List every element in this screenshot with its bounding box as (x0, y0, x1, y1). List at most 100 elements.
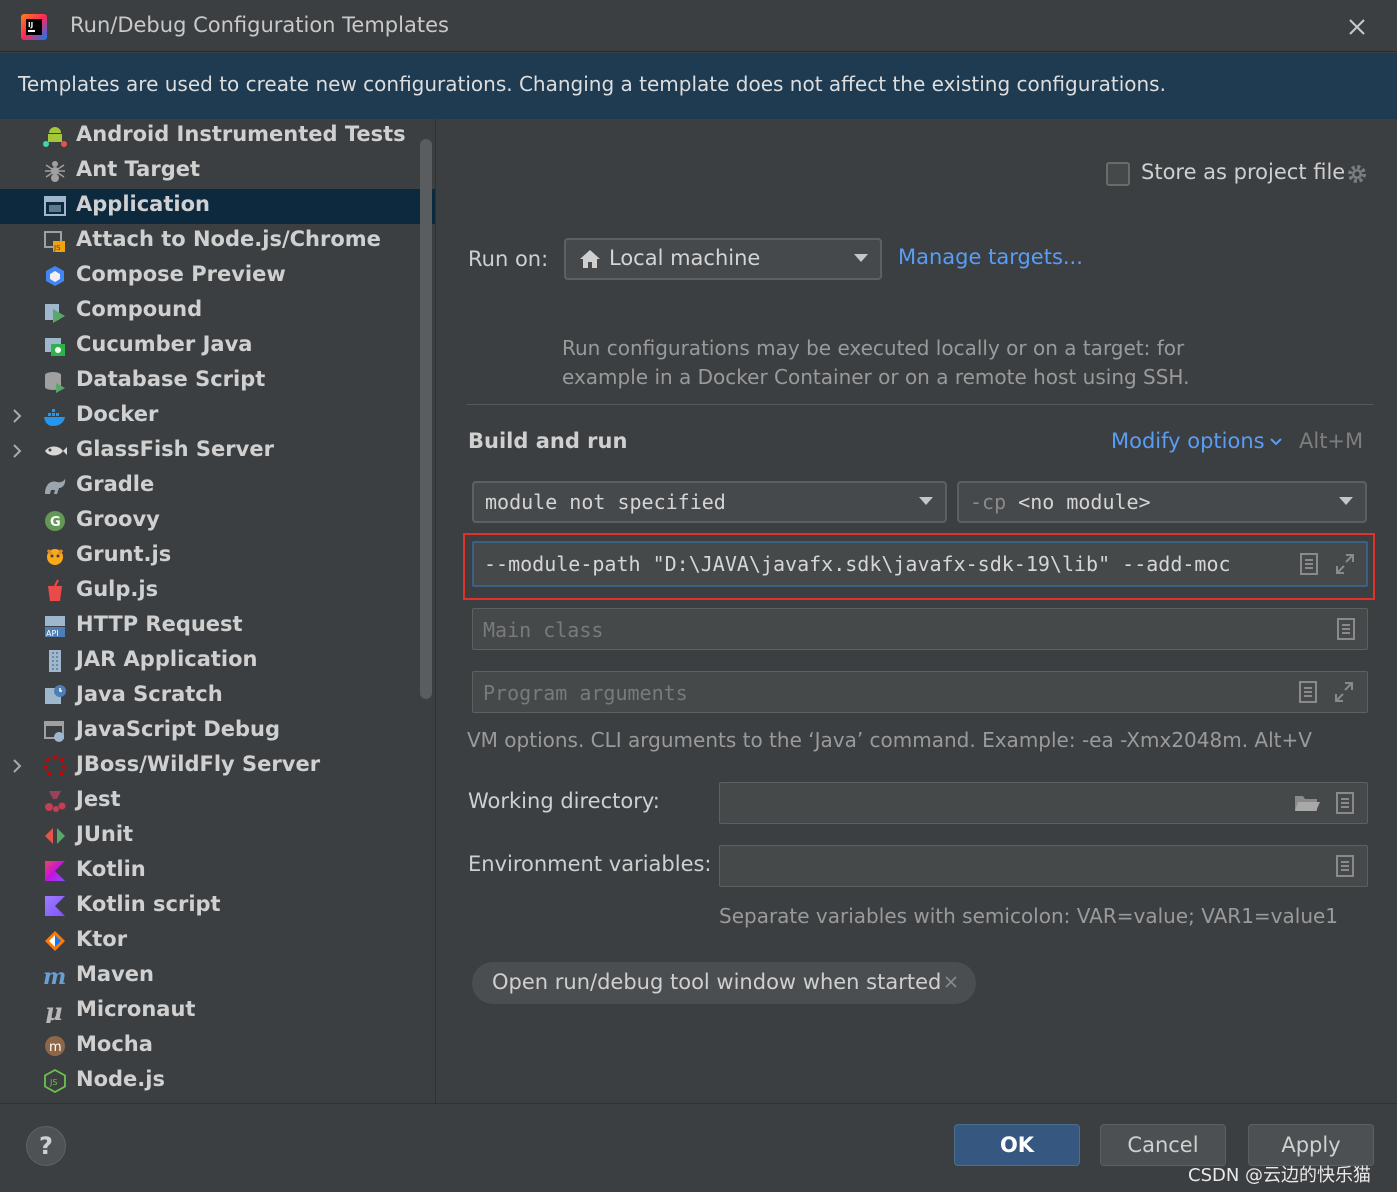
sidebar-item-label: JAR Application (76, 647, 258, 671)
environment-variables-input[interactable] (719, 845, 1368, 887)
nodejs-icon: JS (44, 1069, 66, 1093)
cancel-button[interactable]: Cancel (1100, 1124, 1226, 1166)
sidebar-item-label: Ktor (76, 927, 128, 951)
chevron-right-icon[interactable] (11, 442, 27, 460)
sidebar-item-kotlin-script[interactable]: Kotlin script (0, 889, 435, 924)
sidebar-item-micronaut[interactable]: μ Micronaut (0, 994, 435, 1029)
java-scratch-icon (45, 685, 66, 704)
dialog-footer: ? OK Cancel Apply CSDN @云边的快乐猫 (0, 1103, 1397, 1192)
sidebar-item-cucumber-java[interactable]: Cucumber Java (0, 329, 435, 364)
sidebar-item-attach-to-node-js-chrome[interactable]: JS Attach to Node.js/Chrome (0, 224, 435, 259)
sidebar-item-gradle[interactable]: Gradle (0, 469, 435, 504)
junit-icon (45, 828, 65, 844)
sidebar-item-label: Groovy (76, 507, 160, 531)
sidebar-item-label: GlassFish Server (76, 437, 274, 461)
section-separator (467, 404, 1373, 405)
intellij-logo-icon: IJ (21, 14, 47, 40)
chevron-right-icon[interactable] (11, 757, 27, 775)
sidebar-item-java-scratch[interactable]: Java Scratch (0, 679, 435, 714)
sidebar-item-android-instrumented-tests[interactable]: Android Instrumented Tests (0, 119, 435, 154)
document-icon[interactable] (1297, 680, 1319, 704)
store-project-file-label[interactable]: Store as project file (1141, 160, 1345, 184)
compound-icon (45, 304, 65, 323)
store-project-file-checkbox[interactable] (1106, 162, 1130, 186)
svg-text:IJ: IJ (28, 21, 33, 29)
manage-targets-link[interactable]: Manage targets... (898, 245, 1083, 269)
sidebar-item-javascript-debug[interactable]: JavaScript Debug (0, 714, 435, 749)
sidebar-item-kotlin[interactable]: Kotlin (0, 854, 435, 889)
template-tree[interactable]: Android Instrumented Tests Ant Target Appl… (0, 119, 436, 1103)
document-icon[interactable] (1298, 552, 1320, 576)
jar-icon (49, 650, 61, 672)
android-icon (43, 127, 67, 147)
expand-icon[interactable] (1334, 552, 1356, 576)
open-tool-window-chip[interactable]: Open run/debug tool window when started (472, 962, 976, 1004)
vm-options-input[interactable]: --module-path "D:\JAVA\javafx.sdk\javafx… (472, 541, 1368, 587)
sidebar-item-groovy[interactable]: G Groovy (0, 504, 435, 539)
folder-icon[interactable] (1293, 791, 1321, 815)
chevron-down-icon (854, 254, 868, 262)
sidebar-item-gulp-js[interactable]: Gulp.js (0, 574, 435, 609)
sidebar-item-application[interactable]: Application (0, 189, 435, 224)
apply-button[interactable]: Apply (1248, 1124, 1374, 1166)
kotlin-script-icon (45, 896, 65, 916)
watermark-text: CSDN @云边的快乐猫 (1188, 1165, 1372, 1186)
sidebar-item-ktor[interactable]: Ktor (0, 924, 435, 959)
banner-text: Templates are used to create new configu… (18, 72, 1166, 96)
sidebar-item-ant-target[interactable]: Ant Target (0, 154, 435, 189)
close-icon[interactable] (943, 974, 959, 990)
sidebar-item-http-request[interactable]: API HTTP Request (0, 609, 435, 644)
js-debug-icon (44, 721, 64, 742)
gear-icon[interactable] (1345, 162, 1369, 186)
environment-variables-hint: Separate variables with semicolon: VAR=v… (719, 904, 1339, 928)
sidebar-item-label: Compose Preview (76, 262, 286, 286)
document-icon[interactable] (1334, 791, 1356, 815)
sidebar-item-node-js[interactable]: JS Node.js (0, 1064, 435, 1099)
chevron-right-icon[interactable] (11, 407, 27, 425)
sidebar-item-label: Ant Target (76, 157, 201, 181)
sidebar-item-jboss-wildfly-server[interactable]: JBoss/WildFly Server (0, 749, 435, 784)
run-on-description-line2: example in a Docker Container or on a re… (562, 365, 1190, 389)
document-icon[interactable] (1334, 854, 1356, 878)
ok-button[interactable]: OK (954, 1124, 1080, 1166)
sidebar-item-grunt-js[interactable]: Grunt.js (0, 539, 435, 574)
module-dropdown[interactable]: module not specified (472, 481, 947, 523)
expand-icon[interactable] (1333, 680, 1355, 704)
sidebar-item-label: Gulp.js (76, 577, 159, 601)
run-on-dropdown[interactable]: Local machine (564, 238, 882, 280)
sidebar-item-jest[interactable]: Jest (0, 784, 435, 819)
sidebar-item-jar-application[interactable]: JAR Application (0, 644, 435, 679)
sidebar-item-mocha[interactable]: m Mocha (0, 1029, 435, 1064)
tree-scrollbar[interactable] (420, 139, 432, 699)
sidebar-item-label: JUnit (76, 822, 134, 846)
run-on-description: Run configurations may be executed local… (562, 334, 1262, 392)
classpath-dropdown[interactable]: -cp <no module> (957, 481, 1367, 523)
sidebar-item-docker[interactable]: Docker (0, 399, 435, 434)
main-class-input[interactable]: Main class (472, 608, 1368, 650)
chevron-down-icon[interactable] (1269, 435, 1283, 449)
sidebar-item-compound[interactable]: Compound (0, 294, 435, 329)
maven-icon: m (43, 964, 66, 988)
sidebar-item-maven[interactable]: m Maven (0, 959, 435, 994)
help-button[interactable]: ? (26, 1126, 66, 1166)
document-icon[interactable] (1335, 617, 1357, 641)
micronaut-icon: μ (45, 999, 63, 1023)
kotlin-icon (45, 861, 65, 881)
sidebar-item-database-script[interactable]: Database Script (0, 364, 435, 399)
program-arguments-input[interactable]: Program arguments (472, 671, 1368, 713)
sidebar-item-label: Compound (76, 297, 203, 321)
working-directory-input[interactable] (719, 782, 1368, 824)
sidebar-item-label: Grunt.js (76, 542, 172, 566)
close-icon[interactable] (1342, 12, 1372, 42)
ktor-icon (45, 931, 65, 951)
sidebar-item-junit[interactable]: JUnit (0, 819, 435, 854)
sidebar-item-compose-preview[interactable]: Compose Preview (0, 259, 435, 294)
sidebar-item-label: JavaScript Debug (76, 717, 281, 741)
sidebar-item-label: Docker (76, 402, 159, 426)
module-value: module not specified (485, 490, 726, 514)
sidebar-item-label: Application (76, 192, 210, 216)
modify-options-link[interactable]: Modify options (1111, 429, 1265, 453)
sidebar-item-glassfish-server[interactable]: GlassFish Server (0, 434, 435, 469)
sidebar-item-label: Attach to Node.js/Chrome (76, 227, 381, 251)
working-directory-label: Working directory: (468, 789, 660, 813)
